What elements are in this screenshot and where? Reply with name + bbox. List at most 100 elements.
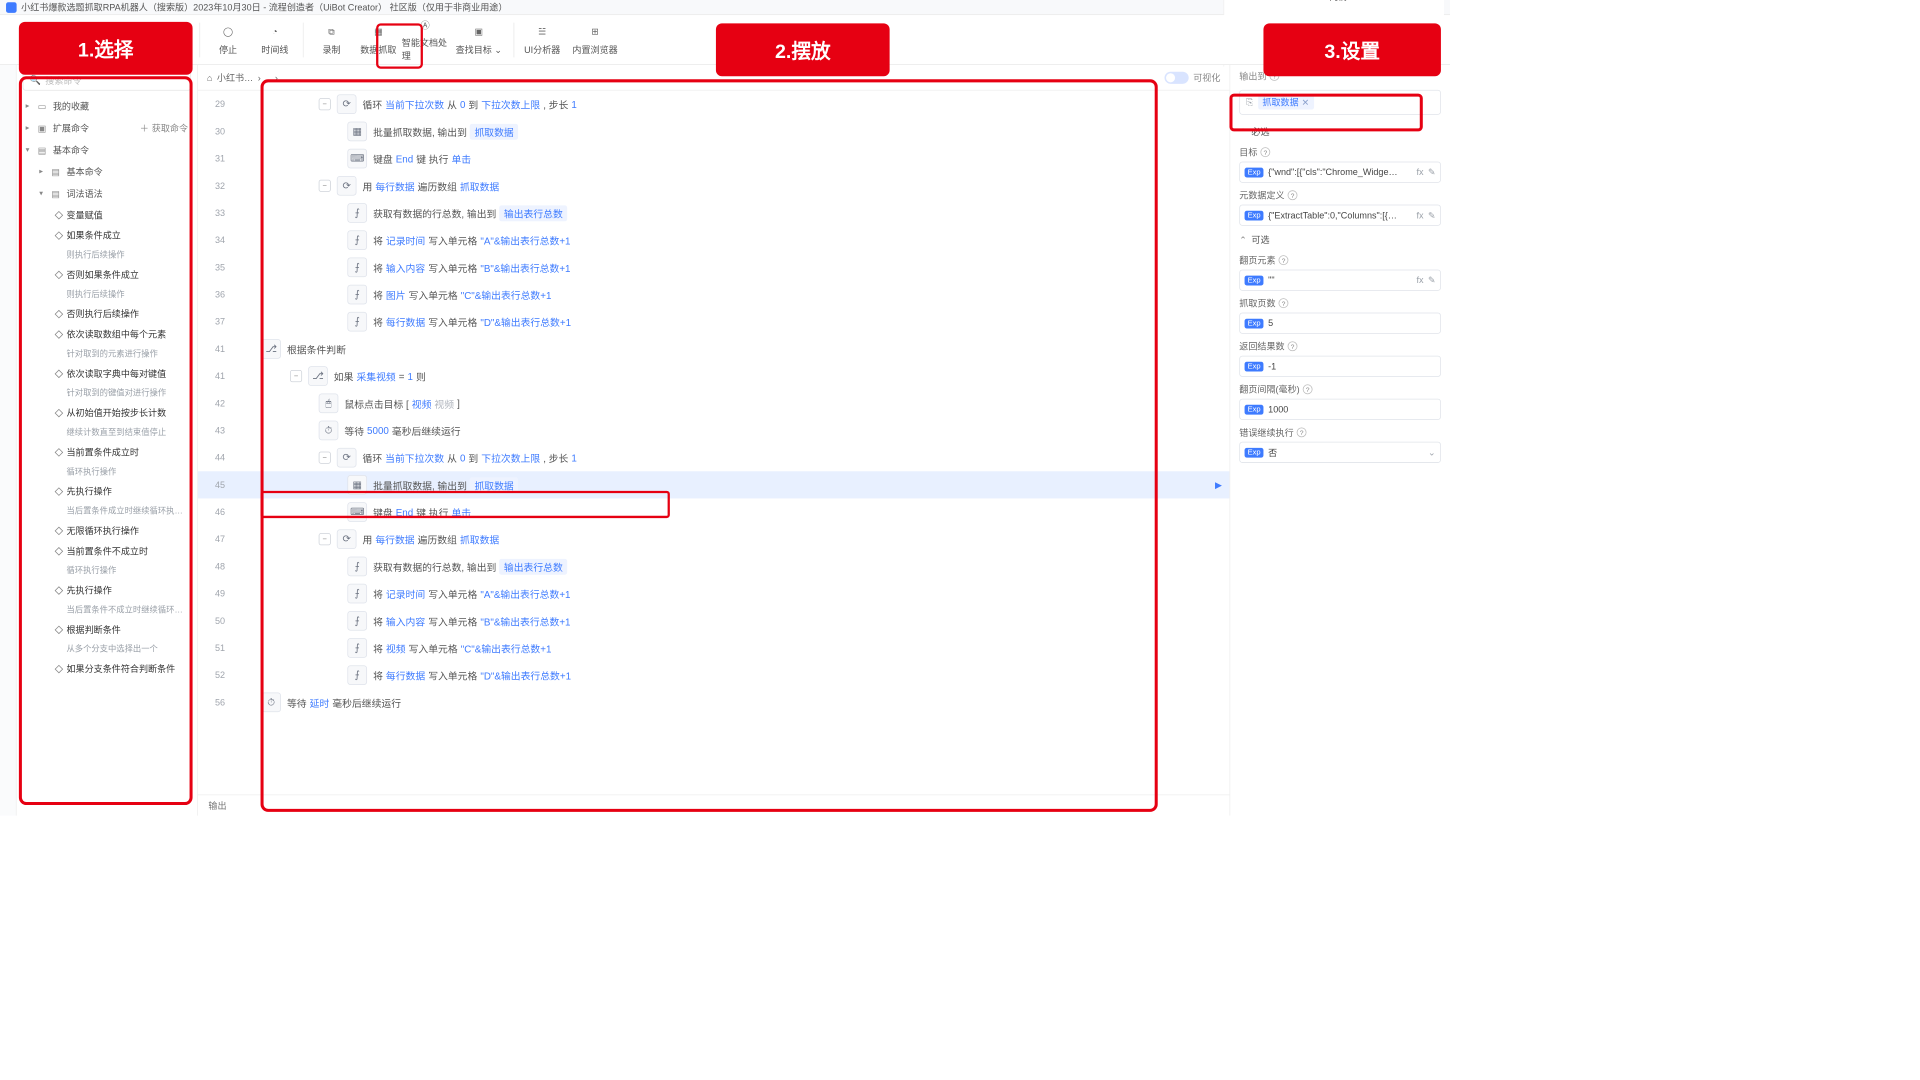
- command-tree-item[interactable]: 先执行操作当后置条件成立时继续循环执…: [17, 481, 197, 520]
- section-extensions[interactable]: ▸▣扩展命令＋ 获取命令: [17, 117, 197, 139]
- help-icon[interactable]: ?: [1260, 147, 1270, 157]
- fold-toggle[interactable]: −: [319, 180, 331, 192]
- bullet-icon: [55, 664, 64, 673]
- toolbar-data-extract-button[interactable]: ▦数据抓取: [355, 18, 402, 62]
- code-line[interactable]: 29−⟳循环 当前下拉次数 从 0 到 下拉次数上限, 步长 1: [198, 91, 1230, 118]
- command-tree-item[interactable]: 依次读取数组中每个元素针对取到的元素进行操作: [17, 324, 197, 363]
- command-item-label: 变量赋值: [66, 208, 102, 221]
- visualize-toggle[interactable]: 可视化: [1165, 71, 1221, 84]
- group-required[interactable]: ⌃必选: [1230, 121, 1450, 143]
- mouse-icon: 🖱: [319, 393, 339, 413]
- command-tree-item[interactable]: 从初始值开始按步长计数继续计数直至到结束值停止: [17, 403, 197, 442]
- code-line[interactable]: 42🖱鼠标点击目标 [ 视频 视频 ]: [198, 390, 1230, 417]
- help-icon[interactable]: ?: [1288, 341, 1298, 351]
- command-tree-item[interactable]: 变量赋值: [17, 205, 197, 225]
- branch-icon: ⎇: [308, 366, 328, 386]
- code-line[interactable]: 36⨍将 图片 写入单元格 "C"&输出表行总数+1: [198, 281, 1230, 308]
- code-line[interactable]: 49⨍将 记录时间 写入单元格 "A"&输出表行总数+1: [198, 580, 1230, 607]
- code-line[interactable]: 56⏱等待 延时 毫秒后继续运行: [198, 689, 1230, 716]
- run-line-icon[interactable]: ▶: [1215, 480, 1222, 491]
- code-line[interactable]: 33⨍获取有数据的行总数, 输出到 输出表行总数: [198, 199, 1230, 226]
- code-line[interactable]: 41−⎇如果 采集视频 = 1 则: [198, 362, 1230, 389]
- fx-icon[interactable]: fx: [1416, 167, 1423, 178]
- help-icon[interactable]: ?: [1297, 427, 1307, 437]
- fx-icon[interactable]: fx: [1416, 275, 1423, 286]
- prop-target-input[interactable]: Exp{"wnd":[{"cls":"Chrome_Widge…fx✎: [1239, 162, 1441, 183]
- node-basic-commands[interactable]: ▸▤基本命令: [17, 161, 197, 183]
- code-line[interactable]: 44−⟳循环 当前下拉次数 从 0 到 下拉次数上限, 步长 1: [198, 444, 1230, 471]
- code-line[interactable]: 48⨍获取有数据的行总数, 输出到 输出表行总数: [198, 553, 1230, 580]
- code-line[interactable]: 35⨍将 输入内容 写入单元格 "B"&输出表行总数+1: [198, 254, 1230, 281]
- code-line[interactable]: 45▦批量抓取数据, 输出到 抓取数据▶: [198, 471, 1230, 498]
- prop-output-to-input[interactable]: ⎘ 抓取数据✕: [1239, 90, 1441, 115]
- code-line[interactable]: 34⨍将 记录时间 写入单元格 "A"&输出表行总数+1: [198, 227, 1230, 254]
- edit-icon[interactable]: ✎: [1428, 210, 1436, 221]
- command-tree-item[interactable]: 依次读取字典中每对键值针对取到的键值对进行操作: [17, 363, 197, 402]
- code-line[interactable]: 51⨍将 视频 写入单元格 "C"&输出表行总数+1: [198, 634, 1230, 661]
- fold-toggle[interactable]: −: [319, 533, 331, 545]
- command-tree-item[interactable]: 先执行操作当后置条件不成立时继续循环…: [17, 580, 197, 619]
- section-my-favorites[interactable]: ▸▭我的收藏: [17, 95, 197, 117]
- fold-toggle[interactable]: −: [290, 370, 302, 382]
- activity-bar[interactable]: [0, 65, 17, 816]
- help-icon[interactable]: ?: [1279, 298, 1289, 308]
- toolbar-ui-analyzer-button[interactable]: ☱UI分析器: [519, 18, 566, 62]
- toolbar-find-target-button[interactable]: ▣查找目标 ⌄: [449, 18, 509, 62]
- code-line[interactable]: 41⎇根据条件判断: [198, 335, 1230, 362]
- command-item-label: 否则如果条件成立: [66, 268, 139, 281]
- wait-icon: ⏱: [319, 421, 339, 441]
- code-line[interactable]: 37⨍将 每行数据 写入单元格 "D"&输出表行总数+1: [198, 308, 1230, 335]
- line-number: 32: [198, 180, 233, 191]
- toolbar-timeline-button[interactable]: ◔时间线: [251, 18, 298, 62]
- code-line[interactable]: 43⏱等待 5000 毫秒后继续运行: [198, 417, 1230, 444]
- section-basic-commands[interactable]: ▾▤基本命令: [17, 139, 197, 161]
- command-tree-item[interactable]: 当前置条件不成立时循环执行操作: [17, 541, 197, 580]
- node-syntax[interactable]: ▾▤词法语法: [17, 183, 197, 205]
- prop-pages-input[interactable]: Exp5: [1239, 313, 1441, 334]
- help-icon[interactable]: ?: [1279, 255, 1289, 265]
- edit-icon[interactable]: ✎: [1428, 167, 1436, 178]
- output-panel-header[interactable]: 输出: [198, 794, 1230, 815]
- code-line[interactable]: 46⌨键盘 End 键 执行 单击: [198, 498, 1230, 525]
- command-tree-item[interactable]: 否则如果条件成立则执行后续操作: [17, 264, 197, 303]
- code-line[interactable]: 32−⟳用 每行数据 遍历数组 抓取数据: [198, 172, 1230, 199]
- code-line[interactable]: 31⌨键盘 End 键 执行 单击: [198, 145, 1230, 172]
- fx-icon[interactable]: fx: [1416, 210, 1423, 221]
- line-number: 37: [198, 316, 233, 327]
- code-line[interactable]: 50⨍将 输入内容 写入单元格 "B"&输出表行总数+1: [198, 607, 1230, 634]
- prop-rows-input[interactable]: Exp-1: [1239, 356, 1441, 377]
- command-tree-item[interactable]: 如果条件成立则执行后续操作: [17, 225, 197, 264]
- fold-toggle[interactable]: −: [319, 98, 331, 110]
- group-optional[interactable]: ⌃可选: [1230, 229, 1450, 251]
- toolbar-record-button[interactable]: ⧉录制: [308, 18, 355, 62]
- toolbar-stop-button[interactable]: ◯停止: [205, 18, 252, 62]
- prop-onerror-input[interactable]: Exp否⌄: [1239, 442, 1441, 463]
- bullet-icon: [55, 487, 64, 496]
- command-item-sub: 针对取到的元素进行操作: [56, 347, 158, 359]
- prop-meta-input[interactable]: Exp{"ExtractTable":0,"Columns":[{…fx✎: [1239, 205, 1441, 226]
- prop-interval-input[interactable]: Exp1000: [1239, 399, 1441, 420]
- command-tree-item[interactable]: 当前置条件成立时循环执行操作: [17, 442, 197, 481]
- help-icon[interactable]: ?: [1303, 384, 1313, 394]
- fold-toggle[interactable]: −: [319, 452, 331, 464]
- command-tree-item[interactable]: 否则执行后续操作: [17, 304, 197, 324]
- code-line[interactable]: 30▦批量抓取数据, 输出到 抓取数据: [198, 118, 1230, 145]
- chip-remove-icon[interactable]: ✕: [1302, 97, 1310, 108]
- command-tree-item[interactable]: 如果分支条件符合判断条件: [17, 659, 197, 679]
- prop-page-elem-input[interactable]: Exp""fx✎: [1239, 270, 1441, 291]
- code-text: 键盘 End 键 执行 单击: [373, 151, 471, 165]
- code-line[interactable]: 52⨍将 每行数据 写入单元格 "D"&输出表行总数+1: [198, 662, 1230, 689]
- edit-icon[interactable]: ✎: [1428, 275, 1436, 286]
- code-line[interactable]: 47−⟳用 每行数据 遍历数组 抓取数据: [198, 526, 1230, 553]
- command-item-label: 根据判断条件: [66, 623, 120, 636]
- chevron-down-icon[interactable]: ⌄: [1428, 447, 1436, 458]
- command-item-label: 无限循环执行操作: [66, 524, 139, 537]
- help-icon[interactable]: ?: [1288, 190, 1298, 200]
- command-tree-item[interactable]: 根据判断条件从多个分支中选择出一个: [17, 619, 197, 658]
- breadcrumb[interactable]: ⌂ 小红书… › … › …: [207, 71, 290, 84]
- code-editor[interactable]: 29−⟳循环 当前下拉次数 从 0 到 下拉次数上限, 步长 130▦批量抓取数…: [198, 91, 1230, 795]
- user-badge[interactable]: 向倩: [1321, 0, 1347, 3]
- toolbar-smart-doc-button[interactable]: Ⓐ智能文档处理: [402, 18, 449, 62]
- command-tree-item[interactable]: 无限循环执行操作: [17, 520, 197, 540]
- toolbar-builtin-browser-button[interactable]: ⊞内置浏览器: [566, 18, 625, 62]
